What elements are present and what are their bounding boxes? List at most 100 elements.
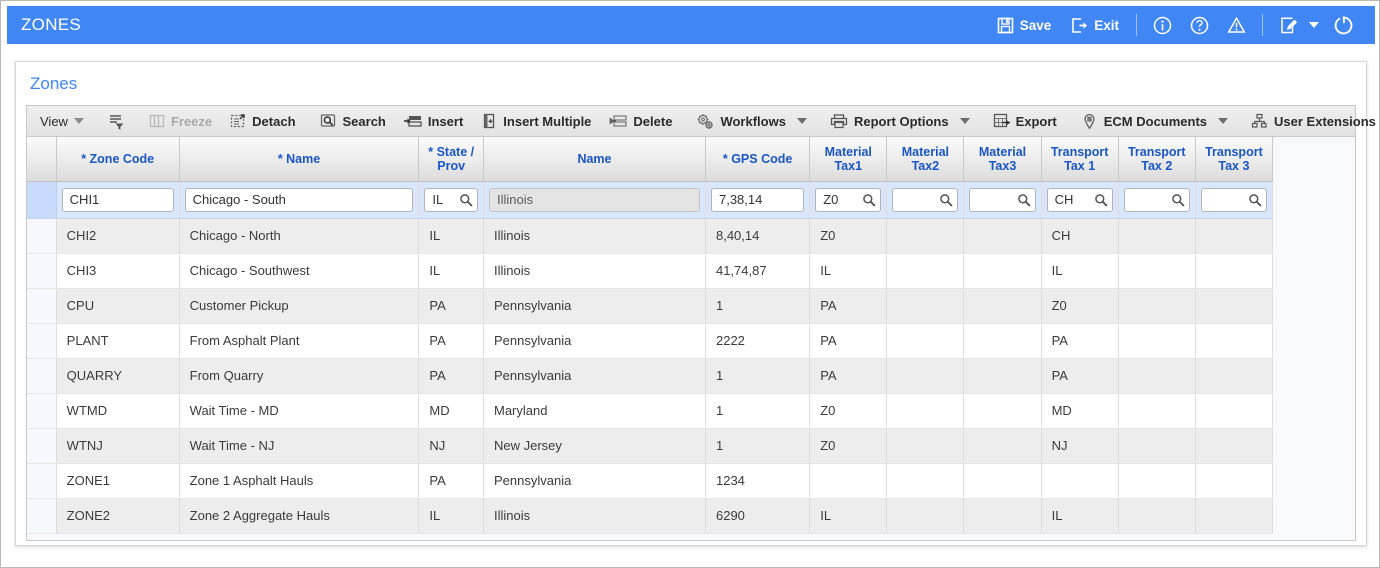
column-header-transport-tax2[interactable]: Transport Tax 2 xyxy=(1118,137,1196,182)
cell-mtax1[interactable]: IL xyxy=(809,498,888,534)
cell-mtax3[interactable] xyxy=(963,181,1042,219)
cell-ttax1[interactable]: CH xyxy=(1041,218,1119,254)
report-options-menu[interactable]: Report Options xyxy=(821,106,958,136)
refresh-button[interactable] xyxy=(1319,12,1363,39)
lov-search-icon[interactable] xyxy=(1014,193,1031,207)
cell-ttax2[interactable] xyxy=(1118,253,1196,289)
input-code[interactable]: CHI1 xyxy=(61,187,174,212)
cell-mtax3[interactable] xyxy=(963,428,1042,464)
cell-mtax2[interactable] xyxy=(886,498,965,534)
cell-mtax1[interactable]: PA xyxy=(809,323,888,359)
row-selector-cell[interactable] xyxy=(27,323,57,359)
row-selector-cell[interactable] xyxy=(27,218,57,254)
query-by-example[interactable] xyxy=(99,106,134,136)
cell-mtax3[interactable] xyxy=(963,218,1042,254)
view-menu[interactable]: View xyxy=(31,106,93,136)
ecm-documents-menu[interactable]: ECM Documents xyxy=(1072,106,1216,136)
cell-ttax1[interactable]: CH xyxy=(1041,181,1119,219)
row-selector-cell[interactable] xyxy=(27,181,57,219)
cell-state[interactable]: MD xyxy=(418,393,484,429)
cell-ttax1[interactable]: PA xyxy=(1041,323,1119,359)
cell-stname[interactable]: New Jersey xyxy=(483,428,706,464)
cell-ttax1[interactable]: PA xyxy=(1041,358,1119,394)
row-selector-cell[interactable] xyxy=(27,253,57,289)
cell-code[interactable]: CHI3 xyxy=(56,253,180,289)
cell-name[interactable]: From Quarry xyxy=(179,358,420,394)
cell-ttax1[interactable]: Z0 xyxy=(1041,288,1119,324)
cell-state[interactable]: NJ xyxy=(418,428,484,464)
cell-mtax2[interactable] xyxy=(886,463,965,499)
cell-ttax3[interactable] xyxy=(1195,393,1274,429)
cell-ttax2[interactable] xyxy=(1118,428,1196,464)
cell-name[interactable]: Wait Time - NJ xyxy=(179,428,420,464)
freeze-button[interactable]: Freeze xyxy=(140,106,221,136)
column-header-gps-code[interactable]: * GPS Code xyxy=(705,137,811,182)
detach-button[interactable]: Detach xyxy=(221,106,304,136)
cell-gps[interactable]: 41,74,87 xyxy=(705,253,811,289)
cell-stname[interactable]: Illinois xyxy=(483,218,706,254)
cell-ttax3[interactable] xyxy=(1195,428,1274,464)
cell-mtax1[interactable]: IL xyxy=(809,253,888,289)
row-selector-cell[interactable] xyxy=(27,358,57,394)
cell-mtax2[interactable] xyxy=(886,288,965,324)
table-row[interactable]: WTMD Wait Time - MD MD Maryland 1 Z0 MD xyxy=(27,393,1274,429)
delete-button[interactable]: Delete xyxy=(600,106,681,136)
input-ttax2[interactable] xyxy=(1123,187,1190,212)
lov-search-icon[interactable] xyxy=(1245,193,1262,207)
table-row[interactable]: PLANT From Asphalt Plant PA Pennsylvania 222… xyxy=(27,323,1274,359)
cell-gps[interactable]: 7,38,14 xyxy=(705,181,811,219)
save-button[interactable]: Save xyxy=(987,14,1062,37)
cell-ttax3[interactable] xyxy=(1195,181,1274,219)
cell-ttax1[interactable]: NJ xyxy=(1041,428,1119,464)
cell-ttax1[interactable]: MD xyxy=(1041,393,1119,429)
cell-mtax2[interactable] xyxy=(886,218,965,254)
cell-code[interactable]: WTNJ xyxy=(56,428,180,464)
cell-mtax3[interactable] xyxy=(963,323,1042,359)
cell-state[interactable]: IL xyxy=(418,498,484,534)
cell-state[interactable]: IL xyxy=(418,253,484,289)
cell-name[interactable]: Chicago - South xyxy=(179,181,420,219)
cell-mtax3[interactable] xyxy=(963,288,1042,324)
row-selector-cell[interactable] xyxy=(27,393,57,429)
cell-stname[interactable]: Pennsylvania xyxy=(483,323,706,359)
column-header-zone-code[interactable]: * Zone Code xyxy=(56,137,180,182)
cell-mtax3[interactable] xyxy=(963,463,1042,499)
cell-mtax1[interactable] xyxy=(809,463,888,499)
notes-dropdown-caret[interactable] xyxy=(1309,22,1319,28)
cell-ttax2[interactable] xyxy=(1118,463,1196,499)
cell-ttax3[interactable] xyxy=(1195,498,1274,534)
cell-code[interactable]: ZONE2 xyxy=(56,498,180,534)
cell-mtax2[interactable] xyxy=(886,358,965,394)
cell-state[interactable]: IL xyxy=(418,218,484,254)
cell-stname[interactable]: Illinois xyxy=(483,253,706,289)
cell-code[interactable]: ZONE1 xyxy=(56,463,180,499)
report-options-dropdown-caret[interactable] xyxy=(958,118,978,124)
column-header-material-tax3[interactable]: Material Tax3 xyxy=(963,137,1042,182)
cell-ttax2[interactable] xyxy=(1118,218,1196,254)
zones-table-container[interactable]: * Zone Code * Name * State / Prov Name *… xyxy=(26,137,1356,541)
cell-mtax1[interactable]: Z0 xyxy=(809,218,888,254)
lov-search-icon[interactable] xyxy=(1168,193,1185,207)
cell-stname[interactable]: Illinois xyxy=(483,181,706,219)
lov-search-icon[interactable] xyxy=(859,193,876,207)
cell-name[interactable]: Wait Time - MD xyxy=(179,393,420,429)
cell-code[interactable]: CHI2 xyxy=(56,218,180,254)
cell-gps[interactable]: 8,40,14 xyxy=(705,218,811,254)
cell-ttax1[interactable]: IL xyxy=(1041,498,1119,534)
cell-mtax2[interactable] xyxy=(886,393,965,429)
cell-mtax2[interactable] xyxy=(886,323,965,359)
cell-ttax2[interactable] xyxy=(1118,498,1196,534)
row-selector-cell[interactable] xyxy=(27,463,57,499)
ecm-documents-dropdown-caret[interactable] xyxy=(1216,118,1236,124)
input-ttax1[interactable]: CH xyxy=(1046,187,1113,212)
insert-button[interactable]: Insert xyxy=(395,106,472,136)
cell-ttax2[interactable] xyxy=(1118,358,1196,394)
insert-multiple-button[interactable]: Insert Multiple xyxy=(472,106,600,136)
column-header-state-prov[interactable]: * State / Prov xyxy=(418,137,484,182)
cell-gps[interactable]: 1 xyxy=(705,288,811,324)
cell-mtax3[interactable] xyxy=(963,393,1042,429)
cell-mtax1[interactable]: PA xyxy=(809,288,888,324)
export-button[interactable]: Export xyxy=(984,106,1066,136)
workflows-menu[interactable]: Workflows xyxy=(687,106,795,136)
info-button[interactable] xyxy=(1144,13,1181,38)
